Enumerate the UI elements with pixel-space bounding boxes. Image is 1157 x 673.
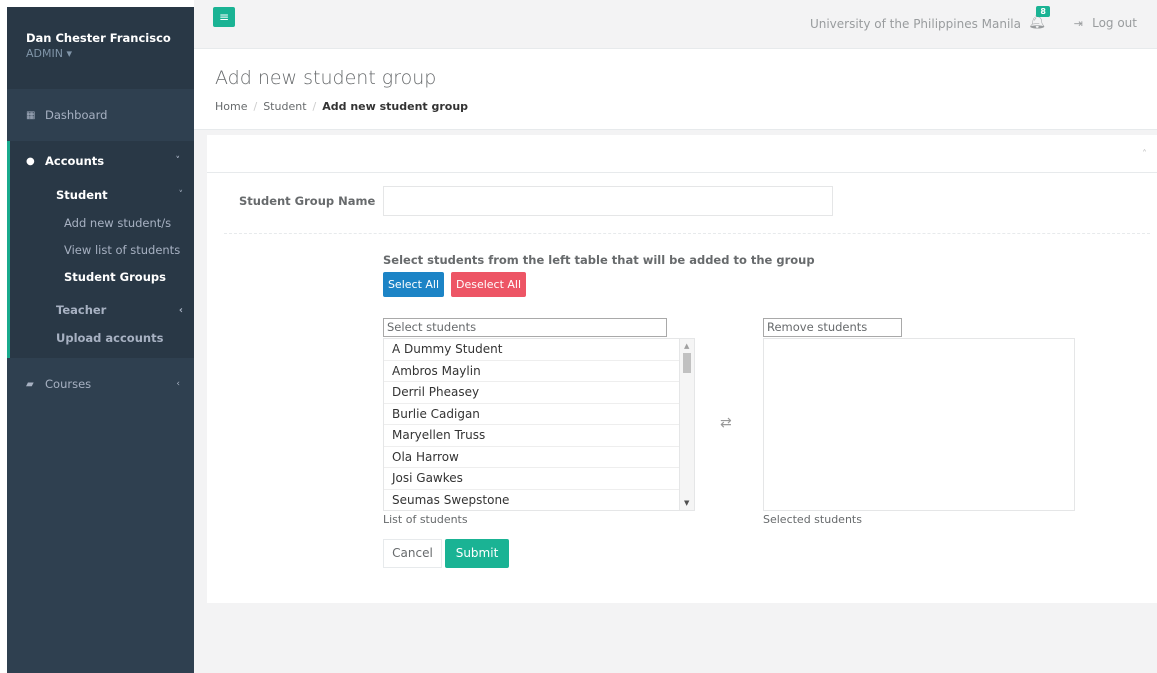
- role-label: ADMIN: [26, 47, 63, 60]
- sidebar-item-dashboard[interactable]: ▦ Dashboard: [7, 95, 194, 135]
- user-profile: Dan Chester Francisco ADMIN ▾: [7, 7, 194, 89]
- breadcrumb-current: Add new student group: [322, 100, 469, 113]
- sidebar: Dan Chester Francisco ADMIN ▾ ▦ Dashboar…: [7, 7, 194, 673]
- scroll-down-icon[interactable]: ▼: [684, 499, 689, 507]
- instruction-text: Select students from the left table that…: [383, 253, 815, 267]
- scrollbar-thumb[interactable]: [683, 353, 691, 373]
- sidebar-item-view-students[interactable]: View list of students: [10, 236, 194, 263]
- panel-header: ˄: [207, 135, 1157, 173]
- top-navbar: ≡ University of the Philippines Manila 🔔…: [194, 0, 1157, 49]
- breadcrumb-separator: /: [253, 100, 258, 113]
- chevron-down-icon: ˅: [178, 190, 184, 200]
- list-item[interactable]: Josi Gawkes: [384, 468, 680, 490]
- select-all-button[interactable]: Select All: [383, 272, 444, 297]
- sidebar-item-accounts[interactable]: ● Accounts ˅: [10, 141, 194, 181]
- selected-caption: Selected students: [763, 513, 862, 526]
- list-item[interactable]: Burlie Cadigan: [384, 404, 680, 425]
- accounts-section: ● Accounts ˅ Student ˅ Add new student/s…: [7, 141, 194, 358]
- sidebar-item-student-groups[interactable]: Student Groups: [7, 263, 194, 290]
- page-title: Add new student group: [215, 67, 437, 89]
- student-list[interactable]: A Dummy Student Ambros Maylin Derril Phe…: [383, 338, 695, 511]
- sidebar-item-label: Teacher: [56, 303, 107, 317]
- select-students-filter[interactable]: Select students: [383, 318, 667, 337]
- organization-name: University of the Philippines Manila: [809, 17, 1021, 31]
- chevron-up-icon[interactable]: ˄: [1142, 149, 1147, 160]
- submit-button[interactable]: Submit: [445, 539, 509, 568]
- page-heading: Add new student group Home / Student / Add n…: [194, 49, 1157, 130]
- list-item[interactable]: Ambros Maylin: [384, 361, 680, 382]
- remove-students-filter[interactable]: Remove students: [763, 318, 902, 337]
- cancel-button[interactable]: Cancel: [383, 539, 442, 568]
- breadcrumb-student[interactable]: Student: [263, 100, 306, 113]
- list-item[interactable]: Derril Pheasey: [384, 382, 680, 404]
- list-scrollbar[interactable]: ▲ ▼: [679, 339, 694, 510]
- book-icon: ▰: [26, 378, 34, 390]
- sidebar-item-teacher[interactable]: Teacher ‹: [10, 296, 194, 324]
- sidebar-item-label: Student: [56, 188, 108, 202]
- sidebar-item-courses[interactable]: ▰ Courses ‹: [7, 364, 194, 404]
- breadcrumb-separator: /: [312, 100, 317, 113]
- chevron-down-icon: ˅: [175, 156, 181, 166]
- sidebar-item-label: Accounts: [45, 154, 105, 168]
- group-name-label: Student Group Name: [239, 194, 376, 208]
- scroll-up-icon[interactable]: ▲: [684, 342, 689, 350]
- list-item[interactable]: Seumas Swepstone: [384, 490, 680, 511]
- breadcrumb: Home / Student / Add new student group: [215, 100, 468, 113]
- form-divider: [224, 233, 1150, 234]
- caret-down-icon: ▾: [66, 47, 72, 60]
- user-name: Dan Chester Francisco: [26, 31, 171, 45]
- role-dropdown[interactable]: ADMIN ▾: [26, 47, 194, 60]
- menu-toggle-button[interactable]: ≡: [213, 7, 235, 27]
- logout-link[interactable]: Log out: [1092, 16, 1137, 30]
- notification-badge: 8: [1036, 6, 1050, 17]
- chevron-left-icon: ‹: [178, 304, 183, 316]
- sidebar-item-student[interactable]: Student ˅: [10, 181, 194, 209]
- sidebar-item-upload-accounts[interactable]: Upload accounts: [10, 324, 194, 352]
- chevron-left-icon: ‹: [176, 379, 180, 389]
- selected-students-list[interactable]: [763, 338, 1075, 511]
- group-name-input[interactable]: [383, 186, 833, 216]
- sign-out-icon: ⇥: [1073, 17, 1083, 30]
- list-item[interactable]: Ola Harrow: [384, 447, 680, 468]
- user-icon: ●: [26, 155, 35, 167]
- sidebar-item-label: Courses: [45, 377, 92, 391]
- swap-arrows-icon: ⇄: [720, 415, 732, 431]
- deselect-all-button[interactable]: Deselect All: [451, 272, 526, 297]
- sidebar-item-label: Dashboard: [45, 108, 108, 122]
- breadcrumb-home[interactable]: Home: [215, 100, 247, 113]
- list-caption: List of students: [383, 513, 468, 526]
- app-window: Dan Chester Francisco ADMIN ▾ ▦ Dashboar…: [0, 0, 1157, 673]
- grid-icon: ▦: [26, 109, 36, 121]
- sidebar-item-add-new-students[interactable]: Add new student/s: [10, 209, 194, 236]
- list-item[interactable]: A Dummy Student: [384, 339, 680, 361]
- list-item[interactable]: Maryellen Truss: [384, 425, 680, 447]
